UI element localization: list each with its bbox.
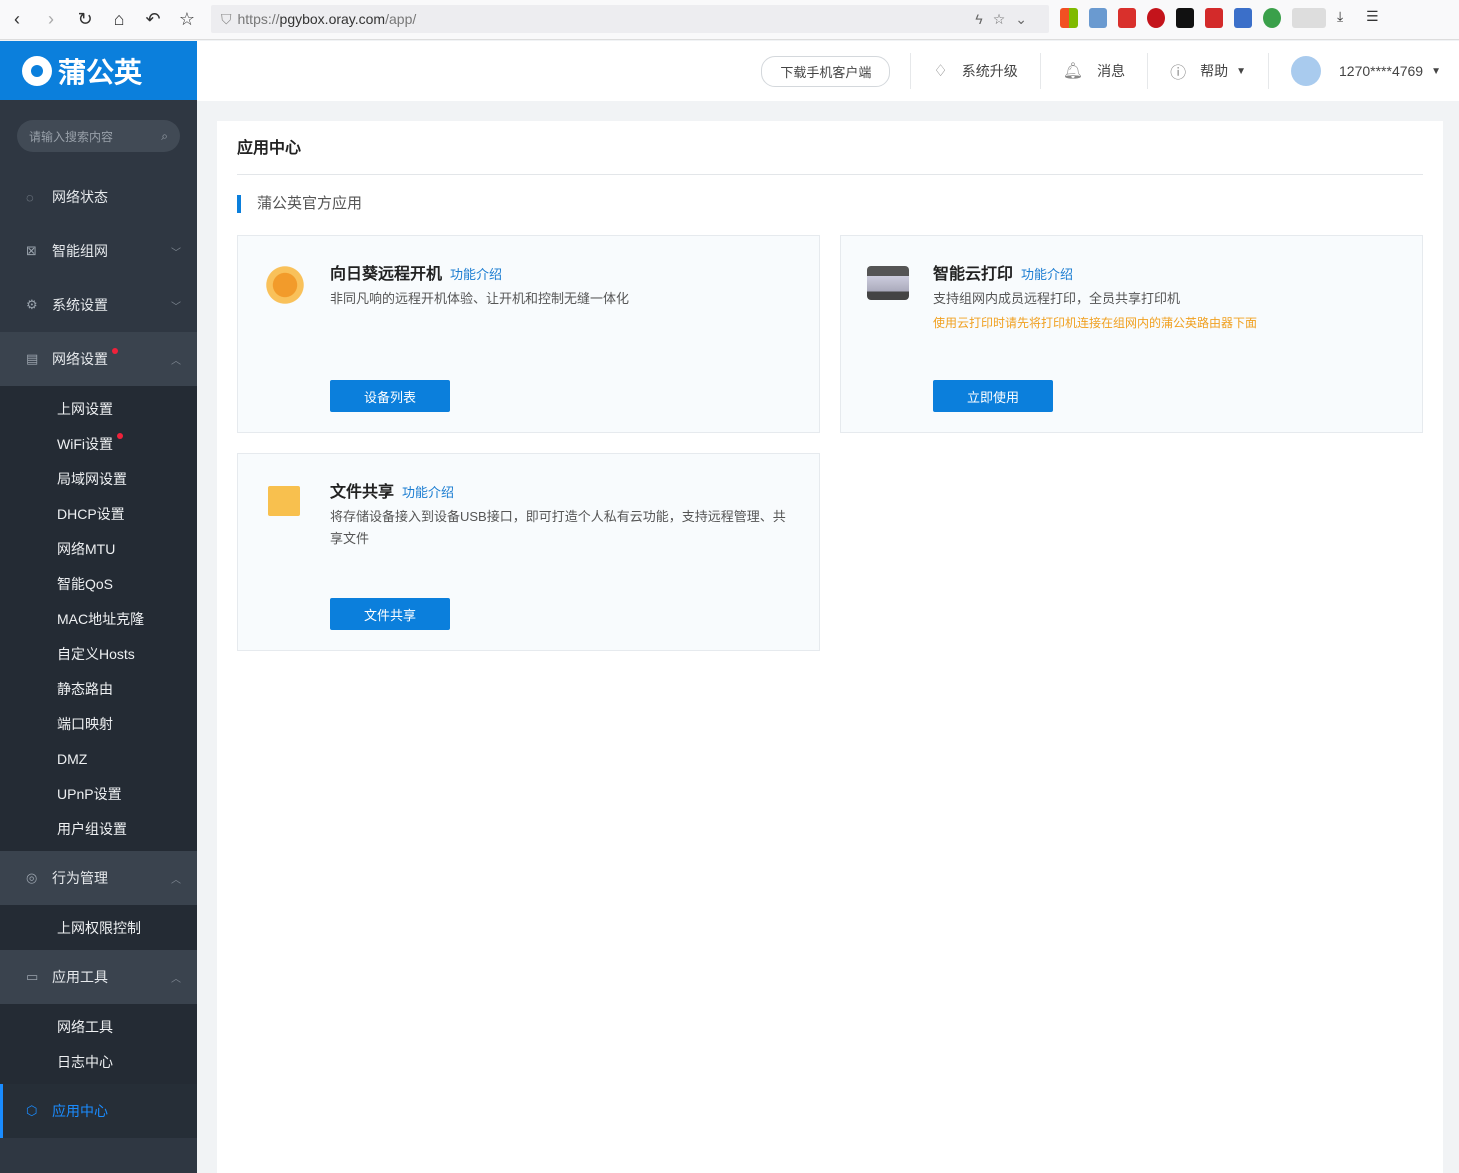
page-title: 应用中心 [237, 121, 1423, 175]
address-bar[interactable]: ⛉ https://pgybox.oray.com/app/ ϟ☆⌄ [211, 5, 1049, 33]
undo-icon[interactable]: ↶ [136, 9, 170, 30]
bookmark-star-icon[interactable]: ☆ [170, 9, 204, 30]
sidebar-item-tools[interactable]: ▭ 应用工具 ︿ [0, 950, 197, 1004]
app-card-sunlogin: 向日葵远程开机 功能介绍 非同凡响的远程开机体验、让开机和控制无缝一体化 设备列表 [237, 235, 820, 433]
chevron-down-icon: ﹀ [171, 301, 181, 313]
browser-toolbar: ‹ › ↻ ⌂ ↶ ☆ ⛉ https://pgybox.oray.com/ap… [0, 0, 1459, 40]
feature-intro-link[interactable]: 功能介绍 [402, 485, 454, 500]
sidebar-subitem[interactable]: 上网设置 [0, 391, 197, 426]
user-menu[interactable]: 1270****4769 ▼ [1268, 53, 1459, 89]
notification-dot [117, 432, 123, 439]
document-icon: ▤ [26, 351, 39, 366]
sunflower-icon [264, 264, 306, 306]
sidebar-item-behavior[interactable]: ◎ 行为管理 ︿ [0, 851, 197, 905]
forward-icon[interactable]: › [34, 9, 68, 30]
sidebar-subitem[interactable]: 上网权限控制 [0, 910, 197, 945]
briefcase-icon: ▭ [26, 969, 39, 984]
sidebar-subitem[interactable]: 日志中心 [0, 1044, 197, 1079]
extension-icon[interactable] [1205, 8, 1223, 28]
messages-button[interactable]: 🔔︎ 消息 [1039, 53, 1147, 89]
search-input[interactable]: 请输入搜索内容 ⌕ [17, 120, 180, 152]
rocket-icon: ♢ [933, 63, 948, 80]
main-content: 应用中心 蒲公英官方应用 向日葵远程开机 功能介绍 非同凡响的远程开机体验、让开机… [217, 121, 1443, 1173]
chevron-up-icon: ︿ [171, 973, 181, 985]
extensions: ⤓ ☰ [1060, 8, 1384, 28]
caret-down-icon: ▼ [1431, 65, 1441, 77]
reload-icon[interactable]: ↻ [68, 9, 102, 30]
feature-intro-link[interactable]: 功能介绍 [450, 267, 502, 282]
sidebar-subitem[interactable]: 网络MTU [0, 531, 197, 566]
sidebar-subitem[interactable]: WiFi设置 [0, 426, 197, 461]
sidebar-subitem[interactable]: 用户组设置 [0, 811, 197, 846]
sidebar-subitem[interactable]: UPnP设置 [0, 776, 197, 811]
extension-icon[interactable] [1176, 8, 1194, 28]
file-share-button[interactable]: 文件共享 [330, 598, 450, 630]
sidebar-item-app-center[interactable]: ⬡ 应用中心 [0, 1084, 197, 1138]
back-icon[interactable]: ‹ [0, 9, 34, 30]
folder-icon [268, 486, 300, 516]
sidebar-subitem[interactable]: 自定义Hosts [0, 636, 197, 671]
gear-icon: ⚙ [26, 297, 38, 312]
device-list-button[interactable]: 设备列表 [330, 380, 450, 412]
sidebar-subitem[interactable]: 局域网设置 [0, 461, 197, 496]
chevron-up-icon: ︿ [171, 874, 181, 886]
eye-icon: ◎ [26, 870, 38, 885]
shield-icon: ⛉ [221, 10, 232, 27]
top-bar: 下载手机客户端 ♢ 系统升级 🔔︎ 消息 ⓘ 帮助 ▼ 1270****4769 ▼ [197, 41, 1459, 101]
sidebar-item-network-settings[interactable]: ▤ 网络设置 ︿ [0, 332, 197, 386]
sidebar-item-system-settings[interactable]: ⚙ 系统设置 ﹀ [0, 278, 197, 332]
download-client-button[interactable]: 下载手机客户端 [761, 55, 891, 87]
home-icon[interactable]: ⌂ [102, 9, 136, 30]
use-now-button[interactable]: 立即使用 [933, 380, 1053, 412]
system-upgrade-button[interactable]: ♢ 系统升级 [910, 53, 1039, 89]
extension-icon[interactable] [1089, 8, 1107, 28]
sidebar: 蒲公英 请输入搜索内容 ⌕ ◌ 网络状态 ⊠ 智能组网 ﹀ ⚙ 系统设置 ﹀ ▤ 网络设置 ︿ … [0, 41, 197, 1173]
sidebar-subitem[interactable]: 网络工具 [0, 1009, 197, 1044]
address-actions-icon[interactable]: ϟ☆⌄ [975, 11, 1037, 28]
network-icon: ◌ [26, 189, 34, 205]
sidebar-subitem[interactable]: 静态路由 [0, 671, 197, 706]
extension-icon[interactable] [1118, 8, 1136, 28]
extension-icon[interactable] [1234, 8, 1252, 28]
download-icon[interactable]: ⤓ [1337, 8, 1355, 28]
warning-text: 使用云打印时请先将打印机连接在组网内的蒲公英路由器下面 [933, 316, 1258, 330]
network-icon: ⊠ [26, 243, 37, 258]
cube-icon: ⬡ [26, 1103, 38, 1118]
chevron-down-icon: ﹀ [171, 247, 181, 259]
logo[interactable]: 蒲公英 [0, 41, 197, 100]
caret-down-icon: ▼ [1236, 65, 1246, 77]
feature-intro-link[interactable]: 功能介绍 [1021, 267, 1073, 282]
menu-icon[interactable]: ☰ [1366, 8, 1384, 28]
sidebar-subitem[interactable]: 智能QoS [0, 566, 197, 601]
sidebar-item-smart-network[interactable]: ⊠ 智能组网 ﹀ [0, 224, 197, 278]
sidebar-subitem[interactable]: MAC地址克隆 [0, 601, 197, 636]
search-icon[interactable]: ⌕ [161, 129, 168, 144]
app-card-file-share: 文件共享 功能介绍 将存储设备接入到设备USB接口，即可打造个人私有云功能，支持远… [237, 453, 820, 651]
help-button[interactable]: ⓘ 帮助 ▼ [1147, 53, 1268, 89]
app-card-cloud-print: 智能云打印 功能介绍 支持组网内成员远程打印，全员共享打印机 使用云打印时请先将打… [840, 235, 1423, 433]
extension-icon[interactable] [1147, 8, 1165, 28]
printer-icon [867, 266, 909, 300]
section-title: 蒲公英官方应用 [237, 195, 1423, 213]
sidebar-subitem[interactable]: DHCP设置 [0, 496, 197, 531]
scissors-icon[interactable] [1292, 8, 1326, 28]
bell-icon: 🔔︎ [1062, 63, 1084, 80]
avatar [1291, 56, 1321, 86]
sidebar-subitem[interactable]: DMZ [0, 741, 197, 776]
sidebar-subitem[interactable]: 端口映射 [0, 706, 197, 741]
notification-dot [112, 348, 118, 354]
extension-icon[interactable] [1263, 8, 1281, 28]
extension-icon[interactable] [1060, 8, 1078, 28]
help-icon: ⓘ [1170, 65, 1187, 82]
chevron-up-icon: ︿ [171, 355, 181, 367]
sidebar-item-network-status[interactable]: ◌ 网络状态 [0, 170, 197, 224]
